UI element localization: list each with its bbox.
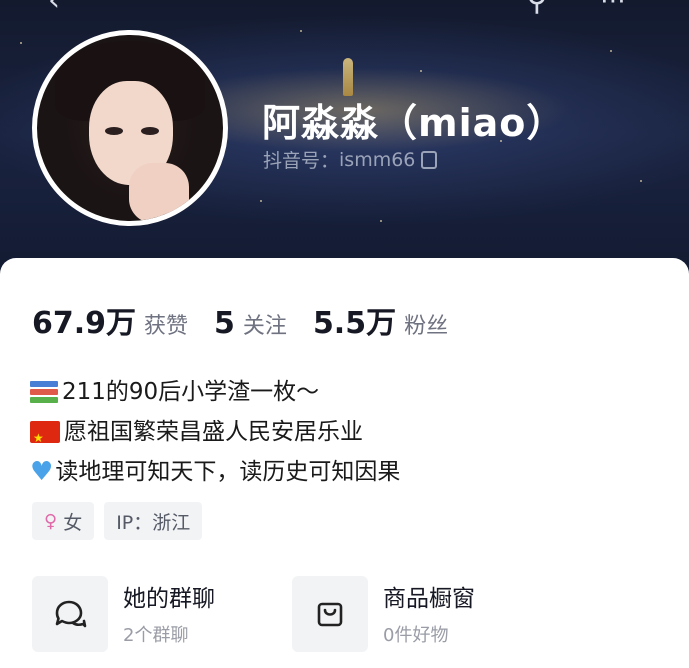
more-icon[interactable]: ⋯ [600, 0, 626, 16]
quick-link-title: 她的群聊 [123, 586, 215, 612]
douyin-id-value: ismm66 [339, 148, 416, 171]
stat-followers[interactable]: 5.5万 粉丝 [313, 298, 448, 342]
bio-text: 读地理可知天下，读历史可知因果 [55, 459, 401, 485]
stat-label: 关注 [242, 314, 287, 339]
display-name: 阿淼淼（miao） [262, 101, 566, 145]
shopping-bag-icon [292, 576, 368, 652]
stat-label: 粉丝 [404, 314, 449, 339]
books-icon [30, 381, 58, 403]
stat-label: 获赞 [144, 314, 189, 339]
douyin-id: 抖音号： ismm66 [263, 146, 438, 173]
bio-line: 愿祖国繁荣昌盛人民安居乐业 [30, 412, 400, 458]
douyin-id-label: 抖音号： [263, 150, 340, 172]
copy-icon[interactable] [421, 150, 438, 169]
group-chat-link[interactable]: 她的群聊 2个群聊 [32, 576, 215, 652]
stat-number: 5 [214, 306, 235, 341]
back-icon[interactable]: ‹ [48, 0, 60, 16]
blue-heart-icon: ♥ [30, 457, 54, 487]
china-flag-icon [30, 418, 60, 458]
chat-bubbles-icon [32, 576, 108, 652]
stat-likes[interactable]: 67.9万 获赞 [32, 298, 188, 342]
gender-text: 女 [63, 511, 83, 534]
banner-figure [343, 58, 353, 96]
profile-tags: ♀ 女 IP：浙江 [32, 502, 212, 540]
quick-link-title: 商品橱窗 [383, 586, 475, 612]
ip-tag: IP：浙江 [104, 502, 203, 540]
gender-tag: ♀ 女 [32, 502, 95, 540]
profile-card: 67.9万 获赞 5 关注 5.5万 粉丝 211的90后小学渣一枚～ 愿祖国繁… [0, 258, 689, 668]
female-icon: ♀ [44, 510, 58, 532]
search-icon[interactable]: ⚲ [526, 0, 548, 16]
quick-link-subtitle: 2个群聊 [123, 625, 189, 646]
stats-row: 67.9万 获赞 5 关注 5.5万 粉丝 [32, 298, 474, 342]
bio-text: 211的90后小学渣一枚～ [62, 379, 320, 405]
bio-text: 愿祖国繁荣昌盛人民安居乐业 [64, 419, 363, 445]
stat-number: 5.5万 [312, 306, 397, 341]
stat-number: 67.9万 [32, 306, 137, 341]
bio: 211的90后小学渣一枚～ 愿祖国繁荣昌盛人民安居乐业 ♥ 读地理可知天下，读历… [30, 372, 400, 492]
quick-link-subtitle: 0件好物 [383, 625, 449, 646]
stat-following[interactable]: 5 关注 [214, 306, 287, 341]
shop-window-link[interactable]: 商品橱窗 0件好物 [292, 576, 475, 652]
avatar[interactable] [32, 30, 228, 226]
ip-text: IP：浙江 [116, 511, 191, 534]
bio-line: 211的90后小学渣一枚～ [30, 372, 400, 412]
bio-line: ♥ 读地理可知天下，读历史可知因果 [30, 452, 400, 492]
